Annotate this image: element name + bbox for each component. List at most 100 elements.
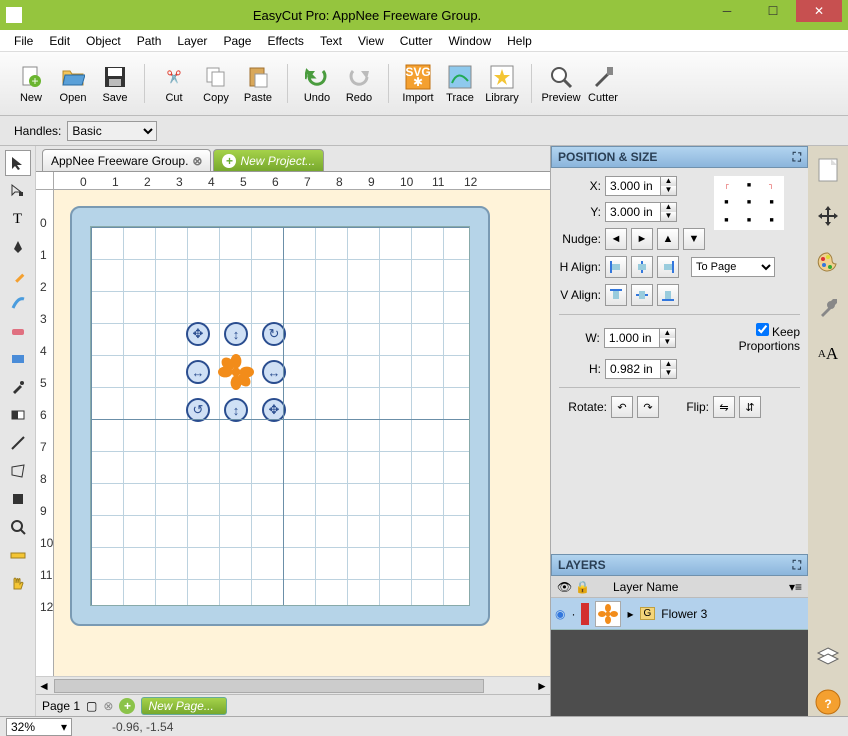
align-to-select[interactable]: To Page xyxy=(691,257,775,277)
gradient-tool[interactable] xyxy=(5,402,31,428)
help-button[interactable]: ? xyxy=(814,688,842,716)
menu-effects[interactable]: Effects xyxy=(259,32,311,50)
rotate-cw-button[interactable]: ↷ xyxy=(637,396,659,418)
w-spinner[interactable]: ▲▼ xyxy=(660,328,676,348)
select-tool[interactable] xyxy=(5,150,31,176)
handles-select[interactable]: Basic xyxy=(67,121,157,141)
page-close-icon[interactable]: ⊗ xyxy=(103,699,113,713)
layer-row[interactable]: ◉ · ▸ G Flower 3 xyxy=(551,598,808,630)
undo-button[interactable]: Undo xyxy=(296,58,338,109)
save-button[interactable]: Save xyxy=(94,58,136,109)
page-thumbnail-icon[interactable]: ▢ xyxy=(86,699,97,713)
paste-button[interactable]: Paste xyxy=(237,58,279,109)
menu-text[interactable]: Text xyxy=(312,32,350,50)
flip-h-button[interactable]: ⇋ xyxy=(713,396,735,418)
nudge-down-button[interactable]: ▼ xyxy=(683,228,705,250)
position-size-header[interactable]: POSITION & SIZE⛶ xyxy=(551,146,808,168)
copy-button[interactable]: Copy xyxy=(195,58,237,109)
handle-scale-icon[interactable]: ✥ xyxy=(262,398,286,422)
eyedropper-tool[interactable] xyxy=(5,374,31,400)
scroll-thumb[interactable] xyxy=(54,679,484,693)
nudge-up-button[interactable]: ▲ xyxy=(657,228,679,250)
x-spinner[interactable]: ▲▼ xyxy=(661,176,677,196)
layer-name[interactable]: Flower 3 xyxy=(661,607,707,621)
handle-move-icon[interactable]: ✥ xyxy=(186,322,210,346)
panel-expand-icon[interactable]: ⛶ xyxy=(793,150,801,165)
preview-button[interactable]: Preview xyxy=(540,58,582,109)
menu-view[interactable]: View xyxy=(350,32,392,50)
library-button[interactable]: Library xyxy=(481,58,523,109)
tab-document-1[interactable]: AppNee Freeware Group.⊗ xyxy=(42,149,211,171)
halign-right-button[interactable] xyxy=(657,256,679,278)
handle-rotate-icon[interactable]: ↻ xyxy=(262,322,286,346)
rotate-ccw-button[interactable]: ↶ xyxy=(611,396,633,418)
canvas-viewport[interactable]: ✥ ↕ ↻ ↔ ↔ ↺ ↕ ✥ xyxy=(54,190,550,676)
distort-tool[interactable] xyxy=(5,458,31,484)
pen-tool[interactable] xyxy=(5,234,31,260)
menu-page[interactable]: Page xyxy=(215,32,259,50)
y-input[interactable] xyxy=(605,202,661,222)
handle-vert-icon[interactable]: ↕ xyxy=(224,322,248,346)
halign-center-button[interactable] xyxy=(631,256,653,278)
measure-tool[interactable] xyxy=(5,542,31,568)
horizontal-scrollbar[interactable]: ◄► xyxy=(36,676,550,694)
edit-points-tool[interactable] xyxy=(5,178,31,204)
handle-rotate-icon[interactable]: ↺ xyxy=(186,398,210,422)
menu-cutter[interactable]: Cutter xyxy=(392,32,441,50)
layers-header[interactable]: LAYERS⛶ xyxy=(551,554,808,576)
y-spinner[interactable]: ▲▼ xyxy=(661,202,677,222)
layer-menu-icon[interactable]: ▾≡ xyxy=(789,580,802,594)
menu-file[interactable]: File xyxy=(6,32,41,50)
minimize-button[interactable]: ─ xyxy=(704,0,750,22)
expand-icon[interactable]: ▸ xyxy=(627,607,633,621)
scroll-left-icon[interactable]: ◄ xyxy=(36,679,52,693)
anchor-grid[interactable]: ┌■┐ ■■■ ■■■ xyxy=(714,176,784,230)
flower-shape[interactable] xyxy=(218,354,254,390)
menu-object[interactable]: Object xyxy=(78,32,129,50)
h-input[interactable] xyxy=(605,359,661,379)
color-palette-button[interactable] xyxy=(814,248,842,276)
document-properties-button[interactable] xyxy=(814,156,842,184)
layer-color-swatch[interactable] xyxy=(581,603,589,625)
page-label[interactable]: Page 1 xyxy=(42,699,80,713)
panel-expand-icon[interactable]: ⛶ xyxy=(793,558,801,573)
selected-object[interactable]: ✥ ↕ ↻ ↔ ↔ ↺ ↕ ✥ xyxy=(186,322,286,422)
valign-top-button[interactable] xyxy=(605,284,627,306)
handle-horiz-icon[interactable]: ↔ xyxy=(186,360,210,384)
menu-layer[interactable]: Layer xyxy=(169,32,215,50)
h-spinner[interactable]: ▲▼ xyxy=(661,359,677,379)
open-button[interactable]: Open xyxy=(52,58,94,109)
cutter-button[interactable]: Cutter xyxy=(582,58,624,109)
eraser-tool[interactable] xyxy=(5,318,31,344)
import-button[interactable]: SVG✱Import xyxy=(397,58,439,109)
close-icon[interactable]: ⊗ xyxy=(192,154,202,168)
text-tool[interactable]: T xyxy=(5,206,31,232)
new-page-button[interactable]: New Page... xyxy=(141,697,226,715)
add-page-icon[interactable]: + xyxy=(119,698,135,714)
brush-tool[interactable] xyxy=(5,290,31,316)
cut-button[interactable]: ✂️Cut xyxy=(153,58,195,109)
menu-help[interactable]: Help xyxy=(499,32,540,50)
flip-v-button[interactable]: ⇵ xyxy=(739,396,761,418)
tab-new-project[interactable]: +New Project... xyxy=(213,149,324,171)
handle-horiz-icon[interactable]: ↔ xyxy=(262,360,286,384)
w-input[interactable] xyxy=(604,328,660,348)
menu-edit[interactable]: Edit xyxy=(41,32,78,50)
trace-button[interactable]: Trace xyxy=(439,58,481,109)
layer-dot-icon[interactable]: · xyxy=(571,607,575,621)
vertical-ruler[interactable]: 0123456789101112 xyxy=(36,190,54,676)
new-button[interactable]: +New xyxy=(10,58,52,109)
menu-path[interactable]: Path xyxy=(129,32,170,50)
nudge-left-button[interactable]: ◄ xyxy=(605,228,627,250)
scroll-right-icon[interactable]: ► xyxy=(534,679,550,693)
halign-left-button[interactable] xyxy=(605,256,627,278)
pencil-tool[interactable] xyxy=(5,262,31,288)
redo-button[interactable]: Redo xyxy=(338,58,380,109)
handle-vert-icon[interactable]: ↕ xyxy=(224,398,248,422)
menu-window[interactable]: Window xyxy=(440,32,499,50)
shape-tool[interactable] xyxy=(5,346,31,372)
move-panel-button[interactable] xyxy=(814,202,842,230)
close-button[interactable]: ✕ xyxy=(796,0,842,22)
knife-tool[interactable] xyxy=(5,430,31,456)
valign-bottom-button[interactable] xyxy=(657,284,679,306)
